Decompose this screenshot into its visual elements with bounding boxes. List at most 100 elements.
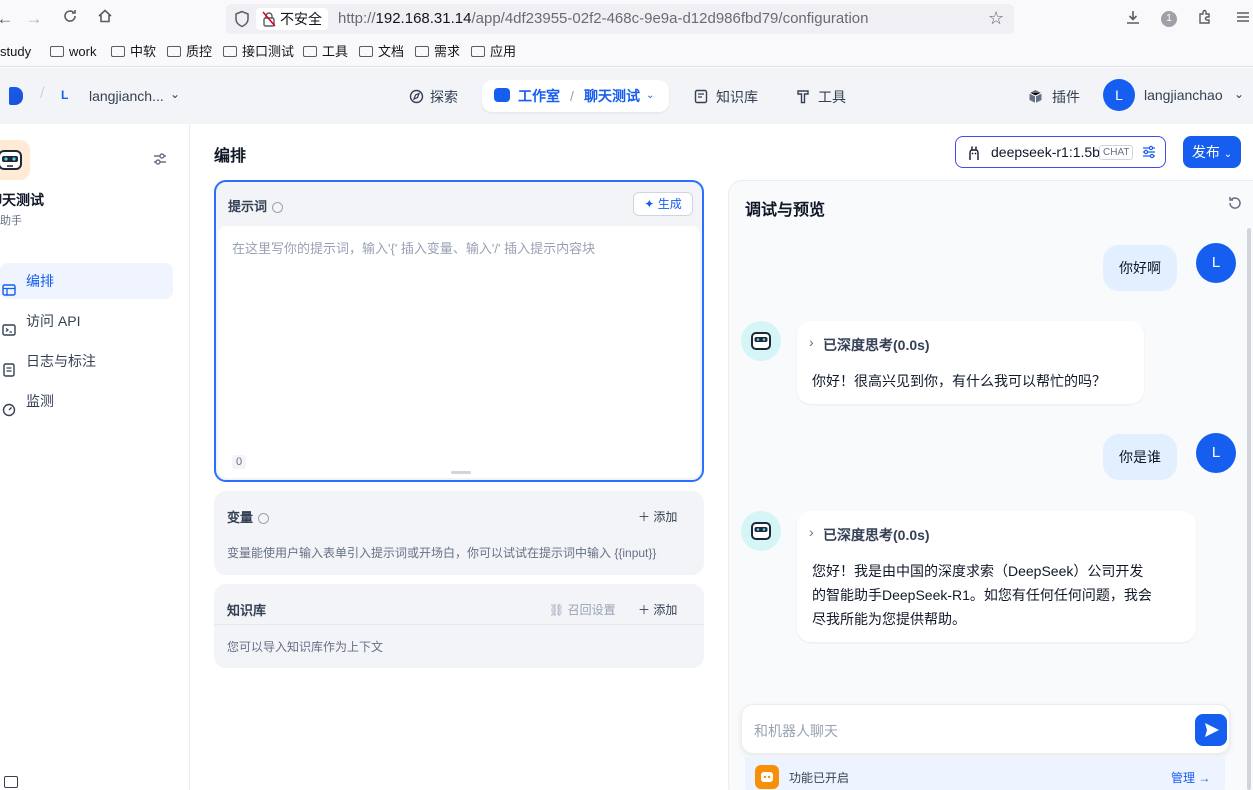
user-avatar: L: [1196, 433, 1236, 473]
resize-handle[interactable]: [451, 471, 471, 474]
sidebar-item-logs[interactable]: 日志与标注: [0, 343, 173, 379]
chevron-down-icon[interactable]: ⌄: [646, 80, 654, 112]
bookmark-label: 质控: [186, 44, 213, 59]
add-knowledge-button[interactable]: ＋ 添加: [638, 601, 677, 618]
add-variable-button[interactable]: ＋ 添加: [638, 508, 677, 525]
manage-link[interactable]: 管理 →: [1171, 769, 1210, 786]
robot-icon: [494, 88, 510, 102]
account-badge-icon[interactable]: 1: [1159, 9, 1179, 29]
plus-icon: ＋: [638, 510, 651, 524]
model-name: deepseek-r1:1.5b: [991, 144, 1100, 160]
model-selector[interactable]: deepseek-r1:1.5b CHAT: [955, 136, 1166, 168]
folder-icon: [50, 46, 64, 57]
bookmark-zhikong[interactable]: 质控: [167, 44, 212, 60]
thinking-status[interactable]: 已深度思考(0.0s): [823, 525, 930, 545]
url-bar[interactable]: 不安全 http://192.168.31.14/app/4df23955-02…: [226, 4, 1014, 34]
sidebar-item-monitor[interactable]: 监测: [0, 383, 173, 419]
add-label: 添加: [653, 510, 678, 524]
thinking-status[interactable]: 已深度思考(0.0s): [823, 335, 930, 355]
variables-description: 变量能使用户输入表单引入提示词或开场白，你可以试试在提示词中输入 {{input…: [227, 546, 657, 560]
nav-studio[interactable]: 工作室 / 聊天测试 ⌄: [482, 80, 669, 112]
shield-icon[interactable]: [234, 10, 250, 28]
bookmark-api-test[interactable]: 接口测试: [223, 44, 294, 60]
chat-input[interactable]: 和机器人聊天: [741, 704, 1230, 754]
feature-status-text: 功能已开启: [789, 771, 850, 785]
bookmark-label: study: [0, 44, 32, 59]
app-header: / L langjianch... ⌄ 探索 工作室 / 聊天测试 ⌄ 知识库 …: [0, 68, 1253, 124]
sidebar-item-label: 监测: [26, 393, 54, 409]
reload-icon[interactable]: [59, 8, 81, 30]
collapse-sidebar-icon[interactable]: [4, 776, 18, 788]
bookmark-study[interactable]: study: [0, 44, 31, 60]
bookmark-apps[interactable]: 应用: [471, 44, 516, 60]
insecure-label: 不安全: [280, 11, 322, 27]
prompt-label: 提示词: [228, 196, 284, 215]
bookmark-zhongruan[interactable]: 中软: [111, 44, 156, 60]
lock-slash-icon: [262, 11, 276, 33]
sidebar-item-api[interactable]: 访问 API: [0, 303, 173, 339]
current-app-name[interactable]: 聊天测试: [584, 80, 640, 112]
sliders-icon[interactable]: [152, 152, 168, 169]
publish-button[interactable]: 发布 ⌄: [1183, 136, 1241, 168]
nav-plugins[interactable]: 插件: [1028, 81, 1080, 113]
bookmark-tools[interactable]: 工具: [303, 44, 348, 60]
feature-icon: [755, 765, 779, 789]
chevron-down-icon[interactable]: ⌄: [1234, 87, 1244, 101]
chevron-right-icon[interactable]: ›: [809, 524, 814, 540]
refresh-icon[interactable]: [1227, 195, 1243, 216]
nav-studio-label[interactable]: 工作室: [518, 80, 560, 112]
divider: [214, 624, 704, 625]
recall-settings-button[interactable]: ⛓ 召回设置: [549, 601, 616, 618]
user-avatar[interactable]: L: [1103, 79, 1135, 111]
bot-message-line: 的智能助手DeepSeek-R1。如您有任何任何问题，我会: [812, 587, 1152, 603]
workspace-name[interactable]: langjianch...: [89, 88, 164, 104]
bot-message-text: 您好！我是由中国的深度求索（DeepSeek）公司开发 的智能助手DeepSee…: [812, 559, 1152, 631]
extensions-icon[interactable]: [1195, 9, 1215, 29]
bookmark-star-icon[interactable]: ☆: [988, 9, 1006, 27]
user-name[interactable]: langjianchao: [1144, 87, 1223, 103]
chevron-right-icon[interactable]: ›: [809, 334, 814, 350]
nav-explore[interactable]: 探索: [409, 81, 458, 113]
sidebar-item-label: 日志与标注: [26, 353, 96, 369]
prompt-textarea[interactable]: 在这里写你的提示词，输入'{' 插入变量、输入'/' 插入提示内容块 0: [218, 226, 700, 478]
chevron-down-icon[interactable]: ⌄: [170, 87, 180, 101]
download-icon[interactable]: [1123, 9, 1143, 29]
recall-label: 召回设置: [567, 603, 616, 617]
back-button[interactable]: ←: [0, 8, 16, 30]
bookmark-label: 工具: [322, 44, 349, 59]
sidebar-item-orchestrate[interactable]: 编排: [0, 263, 173, 299]
nav-plugins-label: 插件: [1052, 89, 1080, 105]
url-path: /app/4df23955-02f2-468c-9e9a-d12d986fbd7…: [471, 10, 869, 27]
nav-knowledge[interactable]: 知识库: [694, 81, 758, 113]
forward-button[interactable]: →: [23, 8, 45, 30]
generate-button[interactable]: ✦ 生成: [633, 192, 693, 216]
prompt-placeholder: 在这里写你的提示词，输入'{' 插入变量、输入'/' 插入提示内容块: [232, 241, 596, 256]
url-text[interactable]: http://192.168.31.14/app/4df23955-02f2-4…: [338, 10, 868, 27]
app-logo[interactable]: [9, 87, 23, 105]
bookmark-work[interactable]: work: [50, 44, 96, 60]
chat-input-placeholder: 和机器人聊天: [754, 723, 838, 739]
sidebar-item-label: 访问 API: [26, 313, 81, 329]
folder-icon: [471, 46, 485, 57]
bot-message-line: 您好！我是由中国的深度求索（DeepSeek）公司开发: [812, 563, 1144, 579]
sliders-icon[interactable]: [1142, 145, 1156, 162]
bookmarks-bar: study work 中软 质控 接口测试 工具 文档 需求 应用: [0, 37, 1253, 67]
bookmark-requirements[interactable]: 需求: [415, 44, 460, 60]
home-icon[interactable]: [94, 8, 116, 30]
book-icon: [694, 83, 708, 115]
publish-label: 发布: [1191, 144, 1220, 160]
compass-icon: [409, 83, 424, 115]
help-icon[interactable]: [272, 202, 284, 214]
nav-tools[interactable]: 工具: [796, 81, 846, 113]
gauge-icon: [2, 394, 16, 417]
menu-icon[interactable]: [1233, 9, 1253, 29]
scrollbar[interactable]: [1247, 228, 1251, 790]
prompt-label-text: 提示词: [228, 199, 268, 214]
help-icon[interactable]: [258, 513, 270, 525]
terminal-icon: [2, 314, 16, 336]
user-message: 你是谁: [1103, 434, 1177, 480]
bookmark-docs[interactable]: 文档: [359, 44, 404, 60]
bot-message-line: 尽我所能为您提供帮助。: [812, 611, 966, 627]
insecure-badge[interactable]: 不安全: [256, 8, 328, 30]
send-button[interactable]: [1195, 714, 1227, 746]
